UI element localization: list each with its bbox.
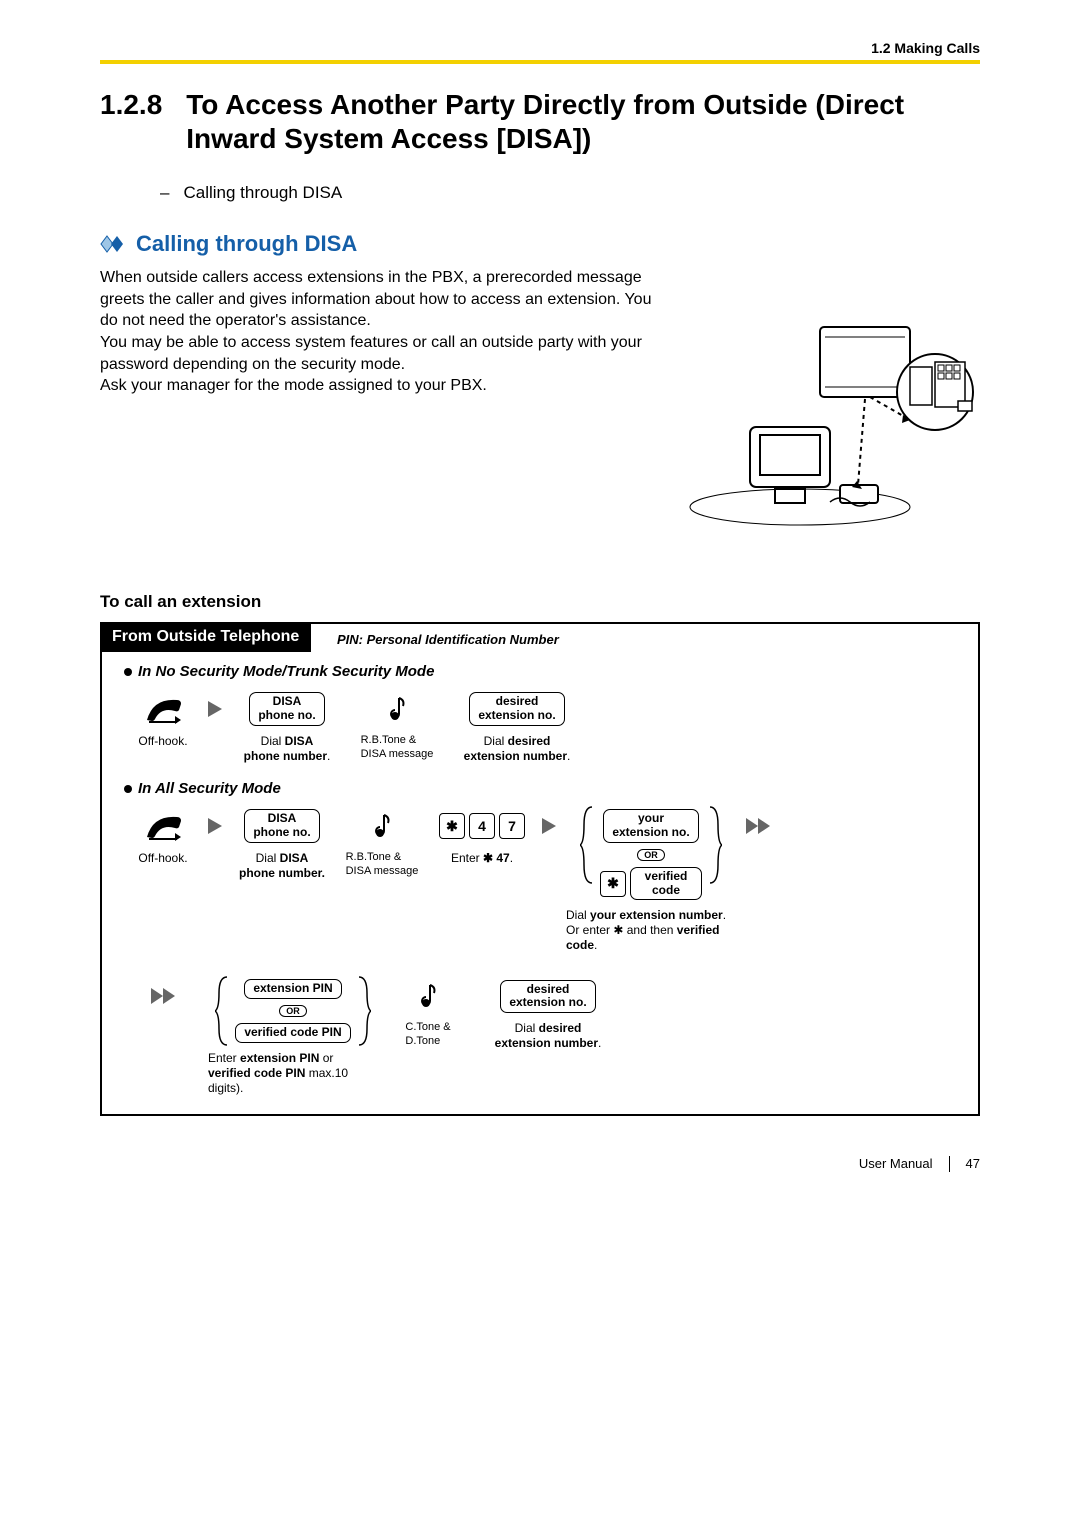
dial-ext-caption: Dial desiredextension number. [464,734,571,764]
header-section: 1.2 Making Calls [100,40,980,56]
double-arrow-icon [128,975,198,1017]
paragraph-2: You may be able to access system feature… [100,332,652,375]
arrow-icon [542,805,556,847]
offhook-icon [141,805,185,847]
diamond-icon [100,235,128,253]
double-arrow-icon [746,805,770,847]
page-title: 1.2.8 To Access Another Party Directly f… [100,88,980,155]
tone-caption: R.B.Tone &DISA message [361,734,434,762]
subheading: Calling through DISA [136,231,357,257]
arrow-icon [208,688,222,730]
title-text: To Access Another Party Directly from Ou… [186,88,980,155]
music-note-icon [387,688,407,730]
mode2-label: In All Security Mode [124,780,978,797]
arrow-icon [208,805,222,847]
desired-ext-box: desiredextension no. [469,692,564,726]
ext-or-code-group: yourextension no. OR ✱verifiedcode [580,805,722,904]
pin-note: PIN: Personal Identification Number [337,624,978,647]
paragraph-3: Ask your manager for the mode assigned t… [100,375,652,397]
title-number: 1.2.8 [100,88,162,155]
page-footer: User Manual 47 [100,1156,980,1172]
music-note-icon [372,805,392,847]
star47-keys: ✱ 4 7 [439,805,525,847]
offhook-caption: Off-hook. [138,734,187,749]
body-text: When outside callers access extensions i… [100,267,652,532]
to-call-extension-heading: To call an extension [100,592,980,612]
disa-phone-box: DISAphone no. [244,809,319,843]
flow-diagram: From Outside Telephone PIN: Personal Ide… [100,622,980,1116]
flow-tab: From Outside Telephone [100,622,311,652]
toc-item: Calling through DISA [183,183,342,202]
pin-group: extension PIN OR verified code PIN [215,975,370,1047]
footer-label: User Manual [859,1156,933,1171]
desired-ext-box: desiredextension no. [500,980,595,1014]
offhook-icon [141,688,185,730]
mode1-label: In No Security Mode/Trunk Security Mode [124,663,978,680]
disa-phone-box: DISAphone no. [249,692,324,726]
header-rule [100,60,980,64]
disa-illustration [680,267,980,532]
dial-disa-caption: Dial DISAphone number. [244,734,331,764]
music-note-icon [418,975,438,1017]
paragraph-1: When outside callers access extensions i… [100,267,652,332]
page-number: 47 [966,1156,980,1171]
toc-list: –Calling through DISA [160,183,980,203]
